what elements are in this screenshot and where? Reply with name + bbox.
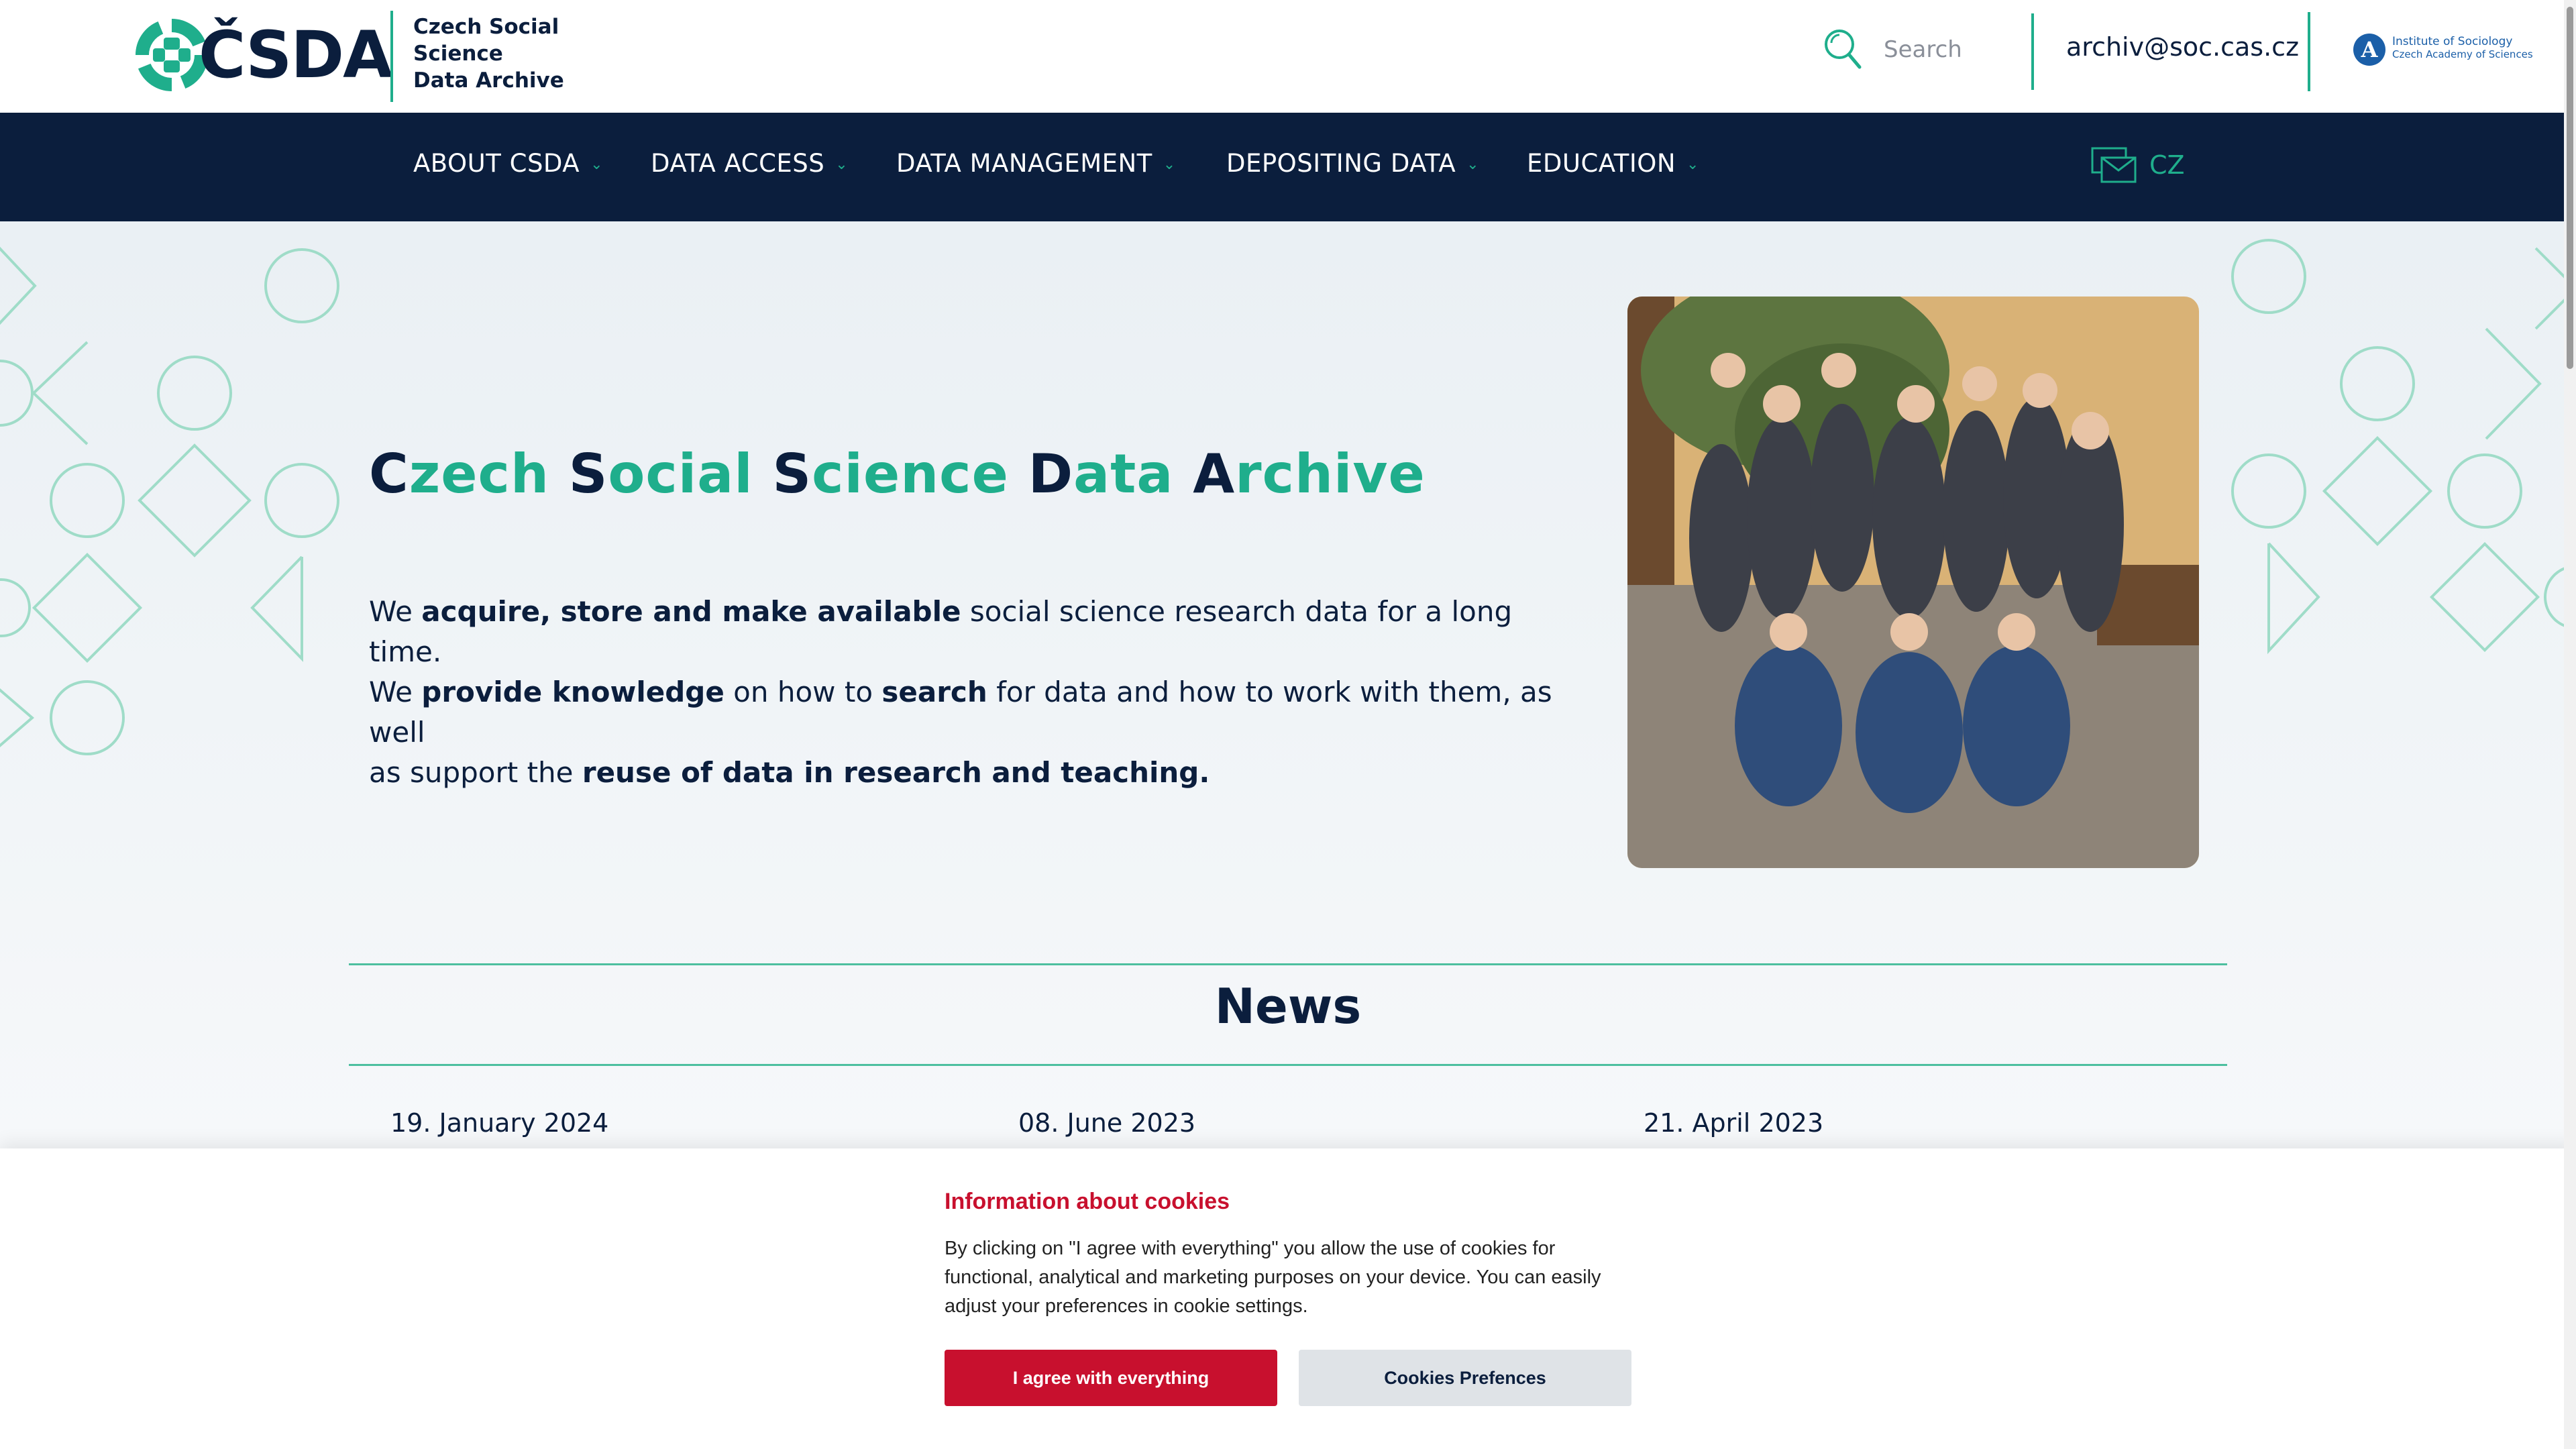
decorative-shapes-right <box>2231 239 2576 655</box>
news-date: 21. April 2023 <box>1644 1108 1824 1138</box>
cookie-description: By clicking on "I agree with everything"… <box>945 1238 1601 1317</box>
chevron-down-icon: ⌄ <box>1686 156 1699 173</box>
cookie-preferences-button[interactable]: Cookies Prefences <box>1299 1350 1631 1406</box>
language-switch[interactable]: CZ <box>2090 144 2191 191</box>
language-label: CZ <box>2149 150 2185 180</box>
news-heading: News <box>1214 978 1362 1034</box>
hero-text: as support the <box>369 756 582 789</box>
hero-title-rest: cience <box>812 443 1009 505</box>
header-divider <box>2308 12 2310 91</box>
hero-title-cap: D <box>1028 443 1074 505</box>
nav-item-depositing-data[interactable]: DEPOSITING DATA ⌄ <box>1226 149 1479 178</box>
hero-title: Czech Social Science Data Archive <box>369 443 1426 505</box>
hero-title-rest: ata <box>1073 443 1174 505</box>
news-top-rule <box>349 963 2227 965</box>
nav-item-data-management[interactable]: DATA MANAGEMENT ⌄ <box>896 149 1176 178</box>
nav-item-about[interactable]: ABOUT CSDA ⌄ <box>413 149 603 178</box>
chevron-down-icon: ⌄ <box>590 156 604 173</box>
institute-name: Institute of Sociology <box>2392 35 2513 48</box>
mail-icon <box>2091 147 2137 183</box>
cookie-title: Information about cookies <box>945 1189 1230 1214</box>
news-bottom-rule <box>349 1064 2227 1066</box>
hero-text-strong: provide knowledge <box>421 676 724 708</box>
team-photo <box>1627 297 2199 868</box>
logo-divider <box>390 11 393 102</box>
logo-wordmark[interactable]: ČSDA <box>199 15 392 95</box>
hero-line: as support the reuse of data in research… <box>369 753 1576 793</box>
institute-logo[interactable]: A Institute of Sociology Czech Academy o… <box>2353 34 2534 71</box>
nav-item-label: ABOUT CSDA <box>413 149 580 178</box>
main-navigation: ABOUT CSDA ⌄ DATA ACCESS ⌄ DATA MANAGEMENT… <box>0 113 2576 221</box>
search-input[interactable] <box>1882 32 2019 67</box>
hero-title-cap: A <box>1193 443 1236 505</box>
chevron-down-icon: ⌄ <box>835 156 849 173</box>
logo-subtitle: Czech Social Science Data Archive <box>413 13 588 94</box>
hero-line: We acquire, store and make available soc… <box>369 592 1576 672</box>
hero-title-rest: zech <box>409 443 549 505</box>
institute-parent: Czech Academy of Sciences <box>2392 48 2533 60</box>
nav-item-data-access[interactable]: DATA ACCESS ⌄ <box>651 149 848 178</box>
accept-all-cookies-button[interactable]: I agree with everything <box>945 1350 1277 1406</box>
nav-item-label: DEPOSITING DATA <box>1226 149 1456 178</box>
hero-text-strong: search <box>881 676 987 708</box>
hero-title-cap: S <box>772 443 812 505</box>
nav-item-education[interactable]: EDUCATION ⌄ <box>1527 149 1699 178</box>
hero-text-strong: acquire, store and make available <box>421 595 961 628</box>
nav-item-label: EDUCATION <box>1527 149 1676 178</box>
hero-text-strong: reuse of data in research and teaching. <box>582 756 1210 789</box>
logo-subtitle-line: Data Archive <box>413 68 564 93</box>
logo-subtitle-line: Czech Social <box>413 15 559 39</box>
header-divider <box>2031 13 2034 90</box>
hero-line: We provide knowledge on how to search fo… <box>369 672 1576 753</box>
hero-text: on how to <box>724 676 882 708</box>
contact-email-link[interactable]: archiv@soc.cas.cz <box>2066 32 2299 62</box>
hero-text: We <box>369 676 422 708</box>
hero-description: We acquire, store and make available soc… <box>369 592 1576 793</box>
institute-emblem-icon: A <box>2353 34 2385 66</box>
chevron-down-icon: ⌄ <box>1466 156 1480 173</box>
search-icon[interactable] <box>1822 25 1862 72</box>
hero-title-rest: ocial <box>608 443 753 505</box>
nav-item-label: DATA ACCESS <box>651 149 825 178</box>
scrollbar-thumb[interactable] <box>2567 7 2573 369</box>
news-date: 19. January 2024 <box>390 1108 609 1138</box>
search-box[interactable] <box>1822 25 2023 75</box>
chevron-down-icon: ⌄ <box>1163 156 1176 173</box>
hero-title-rest: rchive <box>1235 443 1426 505</box>
hero-title-cap: C <box>369 443 409 505</box>
hero-text: We <box>369 595 422 628</box>
news-date: 08. June 2023 <box>1018 1108 1196 1138</box>
page-scrollbar[interactable] <box>2564 0 2576 1449</box>
nav-item-label: DATA MANAGEMENT <box>896 149 1152 178</box>
cookie-consent-panel: Information about cookies By clicking on… <box>0 1148 2576 1449</box>
logo-subtitle-line: Science <box>413 42 503 66</box>
hero-title-cap: S <box>568 443 608 505</box>
decorative-shapes-left <box>0 246 339 755</box>
site-header: ČSDA Czech Social Science Data Archive a… <box>0 0 2576 113</box>
